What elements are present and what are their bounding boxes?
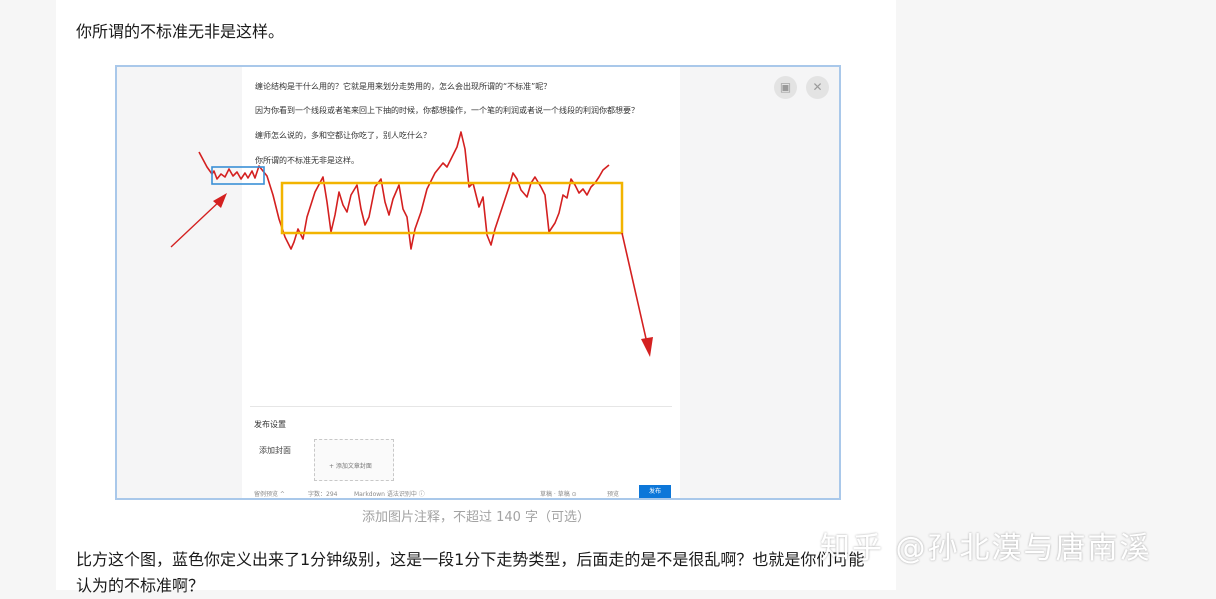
article-paragraph: 你所谓的不标准无非是这样。	[76, 22, 285, 41]
arrow-line	[621, 232, 648, 344]
watermark: 知乎 @孙北漠与唐南溪	[820, 531, 1152, 566]
article-figure[interactable]: 缠论结构是干什么用的？它就是用来划分走势用的，怎么会出现所谓的“不标准”呢？ 因…	[115, 65, 841, 500]
article-paragraph: 比方这个图，蓝色你定义出来了1分钟级别，这是一段1分下走势类型，后面走的是不是很…	[76, 550, 865, 595]
image-caption-input[interactable]: 添加图片注释，不超过 140 字（可选）	[56, 506, 896, 525]
annotation-overlay	[170, 131, 653, 357]
arrow-head	[641, 337, 653, 357]
price-line	[198, 131, 610, 250]
article-body: 你所谓的不标准无非是这样。 缠论结构是干什么用的？它就是用来划分走势用的，怎么会…	[56, 0, 896, 595]
arrow-line	[170, 198, 223, 248]
